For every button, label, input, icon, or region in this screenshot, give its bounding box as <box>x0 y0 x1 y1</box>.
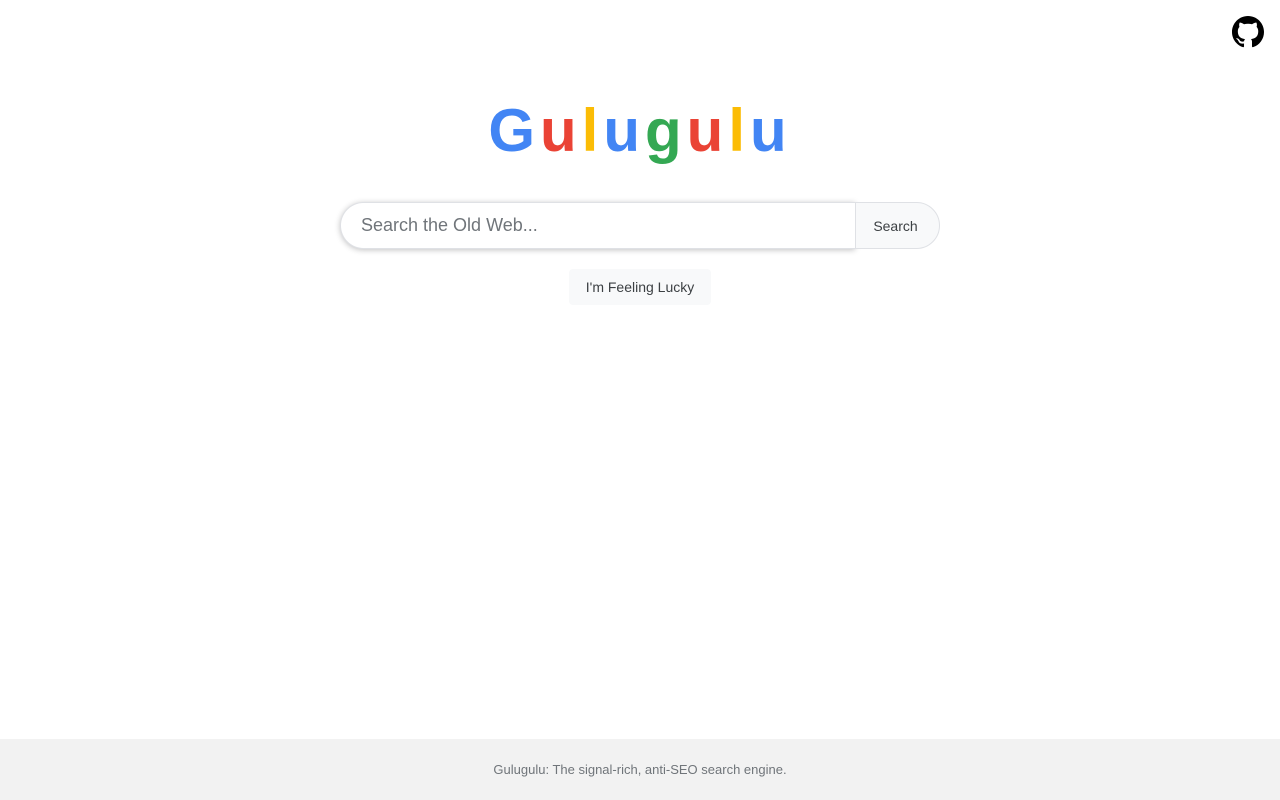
logo-letter: l <box>728 97 750 164</box>
search-button[interactable]: Search <box>855 202 940 249</box>
feeling-lucky-button[interactable]: I'm Feeling Lucky <box>569 269 711 305</box>
logo-letter: u <box>686 97 729 164</box>
logo: Gulugulu <box>0 98 1280 164</box>
search-form: Search <box>340 202 940 249</box>
logo-letter: u <box>540 97 582 164</box>
logo-letter: G <box>488 97 541 164</box>
github-link[interactable] <box>1232 16 1264 48</box>
logo-letter: u <box>603 97 645 164</box>
page: Gulugulu Search I'm Feeling Lucky Gulugu… <box>0 0 1280 800</box>
footer: Gulugulu: The signal-rich, anti-SEO sear… <box>0 739 1280 800</box>
github-icon <box>1232 16 1264 48</box>
footer-tagline: Gulugulu: The signal-rich, anti-SEO sear… <box>493 762 787 777</box>
search-input[interactable] <box>340 202 855 249</box>
logo-letter: u <box>749 97 792 164</box>
logo-letter: g <box>645 97 687 164</box>
logo-letter: l <box>581 97 604 164</box>
